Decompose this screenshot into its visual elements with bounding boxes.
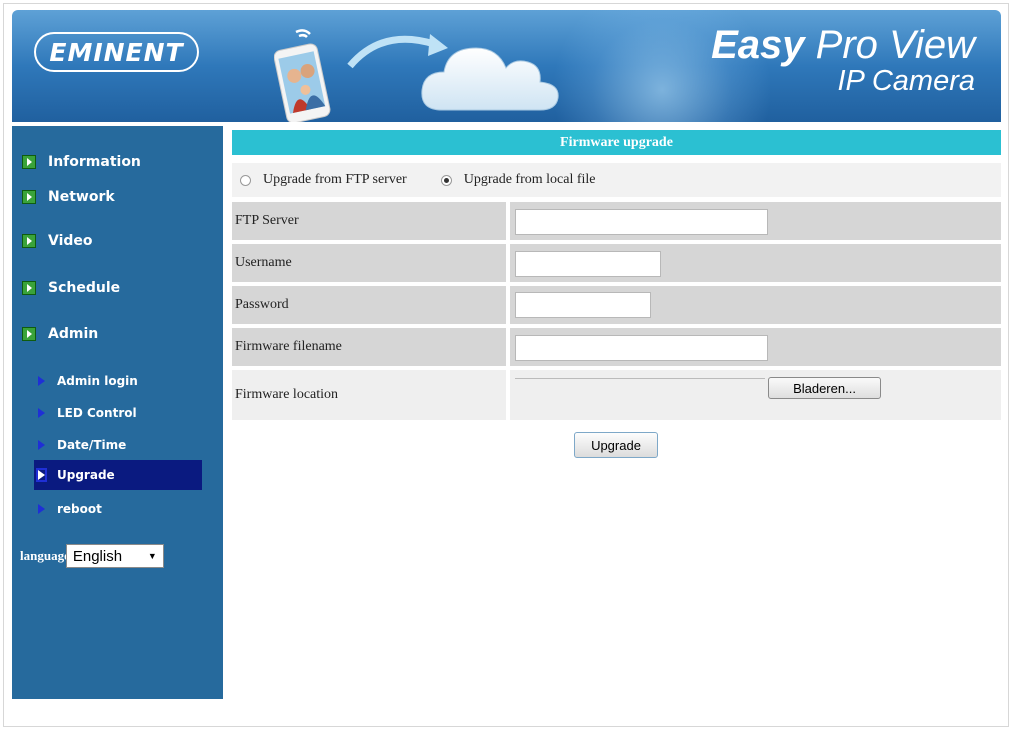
field-label: Firmware filename	[232, 328, 506, 366]
header-banner: EMINENT Easy Pro View IP Camera	[12, 10, 1001, 122]
sidebar-subitem-upgrade[interactable]: Upgrade	[34, 460, 202, 490]
username-input[interactable]	[515, 251, 661, 277]
firmware-filename-input[interactable]	[515, 335, 768, 361]
row-ftp-server: FTP Server	[232, 202, 1001, 240]
triangle-bullet-icon	[38, 504, 45, 514]
green-bullet-icon	[22, 190, 36, 204]
sidebar-subitem-admin-login[interactable]: Admin login	[34, 368, 202, 394]
sidebar-subitem-label: LED Control	[57, 406, 137, 420]
sidebar-subitem-reboot[interactable]: reboot	[34, 496, 202, 522]
eminent-logo: EMINENT	[34, 32, 199, 72]
upgrade-button[interactable]: Upgrade	[574, 432, 658, 458]
radio-circle-icon	[440, 174, 452, 186]
green-bullet-icon	[22, 327, 36, 341]
sidebar-item-admin[interactable]: Admin	[22, 326, 98, 342]
dropdown-arrow-icon: ▼	[147, 551, 157, 561]
sidebar-item-label: Admin	[48, 326, 99, 342]
upgrade-source-options: Upgrade from FTP server Upgrade from loc…	[232, 163, 1001, 197]
triangle-bullet-icon	[38, 376, 45, 386]
sidebar-item-video[interactable]: Video	[22, 233, 93, 249]
brand-subtitle: IP Camera	[837, 65, 975, 97]
triangle-bullet-icon	[36, 468, 47, 482]
file-path-display[interactable]	[515, 378, 765, 379]
sidebar-subitem-label: Upgrade	[57, 468, 115, 482]
triangle-bullet-icon	[38, 440, 45, 450]
sidebar-item-label: Information	[48, 154, 141, 170]
product-brand: Easy Pro View IP Camera	[711, 24, 975, 96]
field-label: Password	[232, 286, 506, 324]
language-selected-value: English	[72, 547, 123, 565]
sidebar-item-information[interactable]: Information	[22, 154, 141, 170]
language-dropdown[interactable]: English ▼	[65, 544, 164, 568]
row-username: Username	[232, 244, 1001, 282]
row-password: Password	[232, 286, 1001, 324]
sidebar-subitem-label: Admin login	[57, 374, 138, 388]
field-value-cell	[510, 202, 1001, 240]
sidebar-item-schedule[interactable]: Schedule	[22, 280, 120, 296]
language-label: language	[20, 548, 70, 563]
sidebar-item-label: Video	[48, 233, 93, 249]
radio-upgrade-local[interactable]: Upgrade from local file	[440, 172, 596, 188]
page-title: Firmware upgrade	[232, 130, 1001, 155]
radio-label: Upgrade from FTP server	[263, 172, 407, 187]
browse-button[interactable]: Bladeren...	[768, 377, 881, 399]
sidebar-subitem-label: reboot	[57, 502, 102, 516]
password-input[interactable]	[515, 292, 651, 318]
sidebar: Information Network Video Schedule Admin…	[12, 126, 223, 699]
sidebar-subitem-led-control[interactable]: LED Control	[34, 400, 202, 426]
language-selector: language English ▼	[20, 544, 164, 568]
sidebar-item-label: Network	[48, 189, 115, 205]
smartphone-icon	[274, 29, 331, 122]
brand-bold: Easy	[711, 23, 805, 67]
sidebar-subitem-date-time[interactable]: Date/Time	[34, 432, 202, 458]
row-firmware-location: Firmware location Bladeren...	[232, 370, 1001, 420]
sidebar-item-network[interactable]: Network	[22, 189, 115, 205]
triangle-bullet-icon	[38, 408, 45, 418]
green-bullet-icon	[22, 281, 36, 295]
cloud-icon	[421, 47, 559, 111]
field-value-cell	[510, 286, 1001, 324]
green-bullet-icon	[22, 155, 36, 169]
field-value-cell	[510, 328, 1001, 366]
field-value-cell	[510, 244, 1001, 282]
green-bullet-icon	[22, 234, 36, 248]
radio-label: Upgrade from local file	[463, 172, 596, 187]
radio-circle-icon	[240, 174, 251, 186]
sidebar-subitem-label: Date/Time	[57, 438, 127, 452]
radio-upgrade-ftp[interactable]: Upgrade from FTP server	[240, 172, 407, 188]
sidebar-item-label: Schedule	[48, 280, 121, 296]
brand-rest: Pro View	[804, 23, 975, 67]
row-firmware-filename: Firmware filename	[232, 328, 1001, 366]
field-label: Username	[232, 244, 506, 282]
ftp-server-input[interactable]	[515, 209, 768, 235]
field-label: Firmware location	[232, 370, 506, 420]
field-value-cell: Bladeren...	[510, 370, 1001, 420]
field-label: FTP Server	[232, 202, 506, 240]
